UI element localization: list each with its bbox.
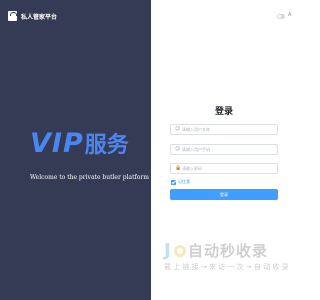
service-text: 服务 — [84, 133, 129, 158]
watermark-title: 自动秒收录 — [188, 242, 269, 260]
remember-me[interactable]: 记住我 — [171, 179, 190, 185]
brand-logo-icon — [8, 11, 17, 21]
welcome-text: Welcome to the private butler platform — [30, 174, 149, 181]
vip-service-heading: VIP 服务 — [30, 130, 129, 157]
watermark-logo-icon: J — [164, 241, 186, 260]
user-icon: ☺ — [175, 146, 181, 152]
vip-text: VIP — [30, 128, 84, 159]
user-icon: ☺ — [175, 126, 181, 132]
password-input[interactable] — [182, 164, 272, 173]
brand[interactable]: 私人管家平台 — [8, 11, 57, 21]
phone-field[interactable]: ☺ — [170, 144, 278, 155]
login-button[interactable]: 登录 — [170, 189, 278, 200]
watermark: J 自动秒收录 — [164, 240, 268, 261]
watermark-subtitle: 载 上 链 接 → 来 访 一 次 → 自 动 收 录 — [164, 263, 289, 271]
remember-label: 记住我 — [178, 179, 190, 184]
remember-checkbox[interactable] — [171, 179, 176, 185]
theme-toggle[interactable] — [277, 14, 285, 19]
language-switch-icon[interactable]: A — [288, 12, 291, 18]
username-input[interactable] — [182, 125, 272, 134]
lock-icon: 🔒 — [175, 165, 182, 171]
login-title: 登录 — [214, 107, 233, 117]
password-field[interactable]: 🔒 — [170, 163, 278, 174]
brand-name: 私人管家平台 — [21, 13, 58, 21]
phone-input[interactable] — [182, 145, 272, 154]
hero-panel: 私人管家平台 VIP 服务 Welcome to the private but… — [0, 0, 151, 300]
username-field[interactable]: ☺ — [170, 124, 278, 135]
